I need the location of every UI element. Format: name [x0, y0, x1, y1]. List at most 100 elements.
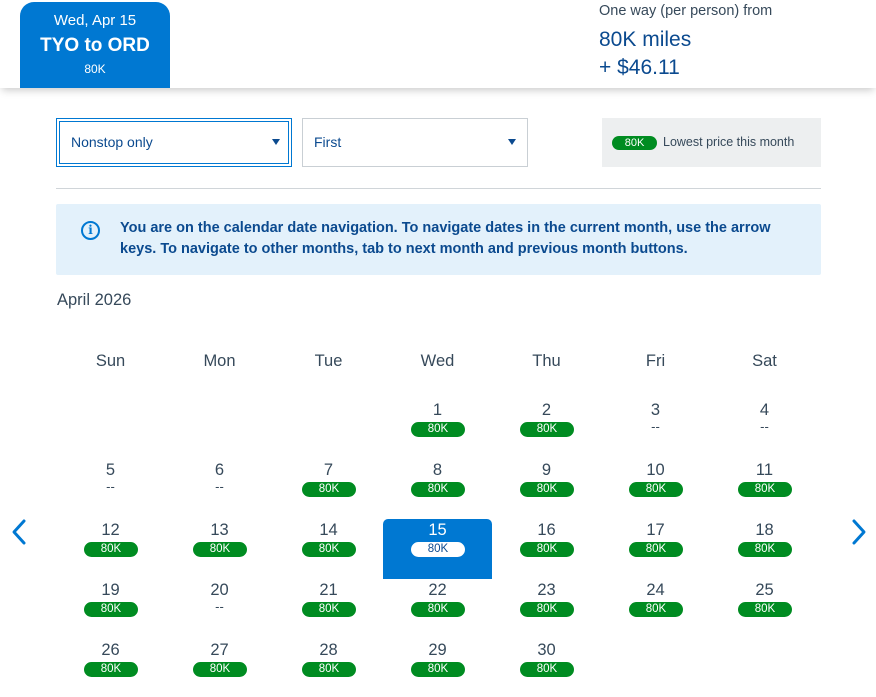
day-price-pill: 80K	[520, 542, 574, 557]
weekday-label: Fri	[645, 352, 666, 370]
caret-down-icon	[508, 139, 516, 145]
calendar-day[interactable]: 13 80K	[165, 519, 274, 579]
day-number: 18	[755, 521, 774, 539]
day-price-pill: 80K	[520, 602, 574, 617]
calendar-day[interactable]: 23 80K	[492, 579, 601, 639]
day-price-pill: 80K	[193, 662, 247, 677]
calendar-day[interactable]: 25 80K	[710, 579, 819, 639]
calendar-day[interactable]: 2 80K	[492, 399, 601, 459]
cabin-select[interactable]: First	[302, 118, 528, 167]
weekday-label: Mon	[203, 352, 236, 370]
calendar-day[interactable]: 21 80K	[274, 579, 383, 639]
calendar-day[interactable]: 10 80K	[601, 459, 710, 519]
day-number: 17	[646, 521, 665, 539]
day-number: 30	[537, 641, 556, 659]
calendar-day[interactable]: 11 80K	[710, 459, 819, 519]
calendar-day[interactable]: 20 --	[165, 579, 274, 639]
day-number: 29	[428, 641, 447, 659]
day-price-pill: 80K	[302, 662, 356, 677]
day-number: 9	[541, 461, 552, 479]
calendar-day[interactable]: 6 --	[165, 459, 274, 519]
day-number: 27	[210, 641, 229, 659]
calendar-day[interactable]: 27 80K	[165, 639, 274, 697]
day-number: 1	[432, 401, 443, 419]
calendar-day[interactable]: 30 80K	[492, 639, 601, 697]
day-no-price: --	[215, 479, 224, 494]
weekday-label: Sun	[95, 352, 126, 370]
calendar-day[interactable]: 29 80K	[383, 639, 492, 697]
calendar-day[interactable]: 19 80K	[56, 579, 165, 639]
legend-text: Lowest price this month	[663, 135, 795, 149]
day-price-pill: 80K	[629, 602, 683, 617]
calendar-day[interactable]: 15 80K	[383, 519, 492, 579]
day-price-pill: 80K	[411, 482, 465, 497]
calendar-day[interactable]: 17 80K	[601, 519, 710, 579]
day-number: 12	[101, 521, 120, 539]
day-number: 28	[319, 641, 338, 659]
info-icon: i	[81, 221, 100, 240]
day-no-price: --	[760, 419, 769, 434]
chevron-right-icon[interactable]	[849, 518, 869, 546]
calendar-day[interactable]: 24 80K	[601, 579, 710, 639]
tab-date: Wed, Apr 15	[53, 12, 137, 29]
day-number: 20	[210, 581, 229, 599]
stops-select-value: Nonstop only	[71, 134, 153, 150]
day-price-pill: 80K	[193, 542, 247, 557]
day-price-pill: 80K	[411, 602, 465, 617]
day-price-pill: 80K	[302, 482, 356, 497]
day-price-pill: 80K	[84, 542, 138, 557]
calendar-day[interactable]: 9 80K	[492, 459, 601, 519]
stops-select[interactable]: Nonstop only	[56, 118, 292, 167]
weekday-label: Thu	[532, 352, 561, 370]
calendar-day[interactable]: 8 80K	[383, 459, 492, 519]
divider	[56, 188, 821, 189]
info-banner: i You are on the calendar date navigatio…	[56, 204, 821, 275]
selected-date-tab[interactable]: Wed, Apr 15 TYO to ORD 80K	[20, 2, 170, 88]
day-number: 23	[537, 581, 556, 599]
day-number: 2	[541, 401, 552, 419]
fare-summary: One way (per person) from 80K miles + $4…	[599, 3, 772, 82]
calendar-day[interactable]: 22 80K	[383, 579, 492, 639]
fare-miles: 80K miles	[599, 28, 692, 51]
day-price-pill: 80K	[84, 602, 138, 617]
price-legend: 80K Lowest price this month	[602, 118, 821, 167]
calendar-day[interactable]: 28 80K	[274, 639, 383, 697]
day-number: 14	[319, 521, 338, 539]
day-number: 15	[428, 521, 447, 539]
calendar-day[interactable]: 5 --	[56, 459, 165, 519]
fare-caption: One way (per person) from	[599, 3, 773, 19]
day-number: 26	[101, 641, 120, 659]
day-price-pill: 80K	[84, 662, 138, 677]
weekday-label: Tue	[314, 352, 343, 370]
day-number: 22	[428, 581, 447, 599]
calendar-day[interactable]: 12 80K	[56, 519, 165, 579]
calendar-day[interactable]: 18 80K	[710, 519, 819, 579]
legend-price-pill: 80K	[612, 136, 657, 150]
day-number: 4	[759, 401, 770, 419]
day-number: 16	[537, 521, 556, 539]
day-no-price: --	[215, 599, 224, 614]
calendar-day[interactable]: 7 80K	[274, 459, 383, 519]
day-number: 11	[755, 461, 774, 479]
day-number: 3	[650, 401, 661, 419]
day-price-pill: 80K	[302, 542, 356, 557]
day-price-pill: 80K	[629, 542, 683, 557]
day-price-pill: 80K	[302, 602, 356, 617]
chevron-left-icon[interactable]	[9, 518, 29, 546]
calendar-day[interactable]: 26 80K	[56, 639, 165, 697]
calendar-day[interactable]: 14 80K	[274, 519, 383, 579]
cabin-select-value: First	[314, 134, 342, 150]
calendar-day[interactable]: 3 --	[601, 399, 710, 459]
day-price-pill: 80K	[738, 602, 792, 617]
day-number: 19	[101, 581, 120, 599]
calendar-day[interactable]: 1 80K	[383, 399, 492, 459]
day-price-pill: 80K	[738, 542, 792, 557]
fare-tax: + $46.11	[599, 56, 680, 79]
calendar-day[interactable]: 4 --	[710, 399, 819, 459]
day-price-pill: 80K	[520, 422, 574, 437]
day-price-pill: 80K	[411, 662, 465, 677]
day-price-pill: 80K	[520, 482, 574, 497]
caret-down-icon	[272, 139, 280, 145]
calendar-day[interactable]: 16 80K	[492, 519, 601, 579]
month-title: April 2026	[57, 291, 132, 309]
